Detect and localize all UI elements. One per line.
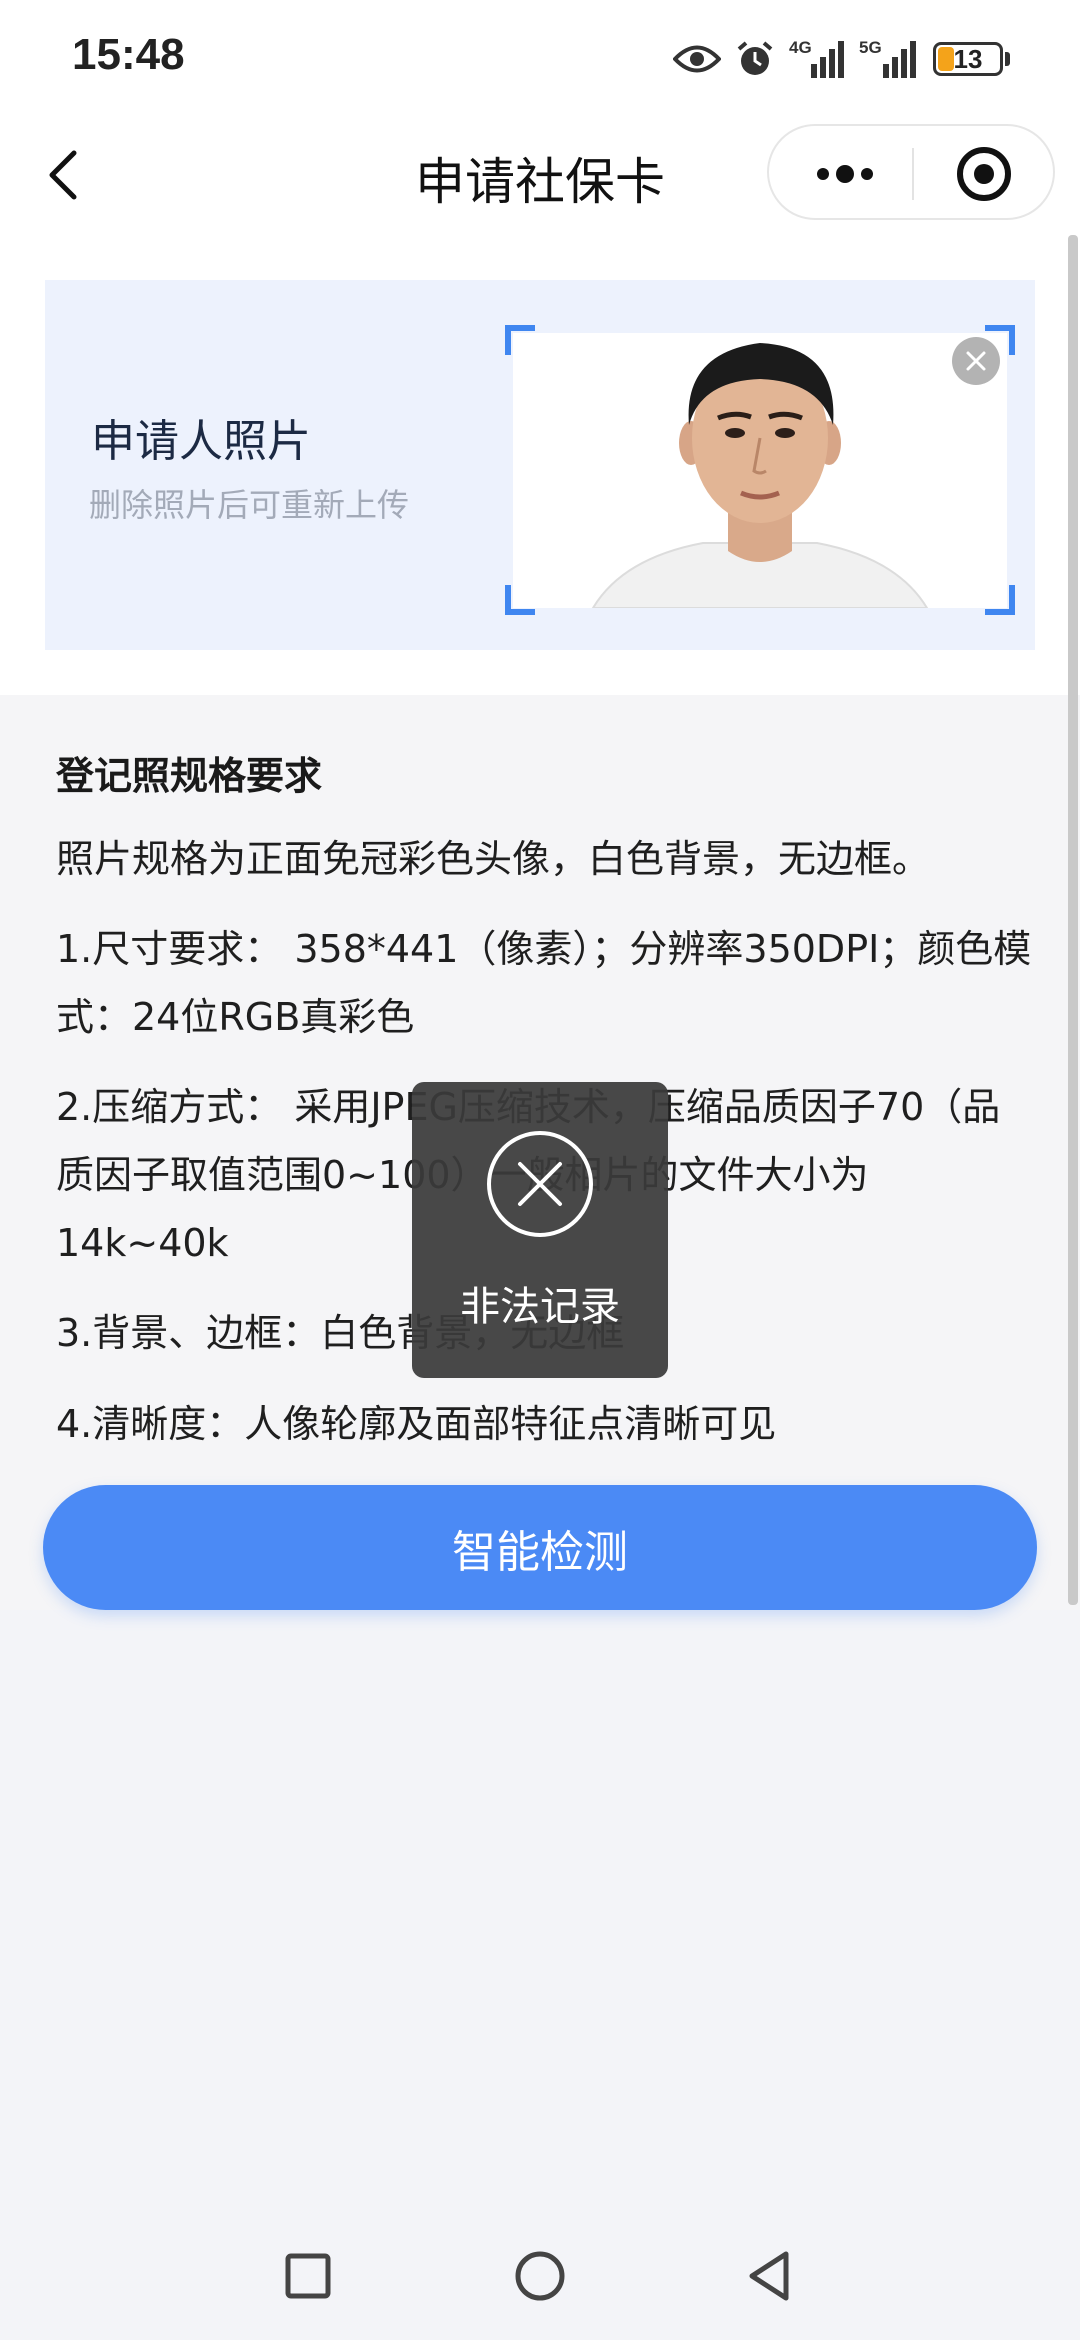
battery-icon: 13 <box>933 42 1003 76</box>
delete-photo-button[interactable] <box>952 337 1000 385</box>
smart-detect-button[interactable]: 智能检测 <box>43 1485 1037 1610</box>
square-icon <box>285 2253 331 2299</box>
spec-title: 登记照规格要求 <box>56 754 323 798</box>
photo-card: 申请人照片 删除照片后可重新上传 <box>45 280 1035 650</box>
toast-text: 非法记录 <box>460 1284 620 1330</box>
spec-line: 1.尺寸要求： 358*441（像素）；分辨率350DPI；颜色模式：24位RG… <box>56 927 1032 1039</box>
triangle-back-icon <box>749 2251 789 2301</box>
spec-line: 4.清晰度：人像轮廓及面部特征点清晰可见 <box>56 1402 777 1446</box>
photo-title: 申请人照片 <box>91 416 311 467</box>
target-icon <box>957 147 1011 201</box>
home-button[interactable] <box>512 2248 568 2304</box>
alarm-icon <box>737 41 773 75</box>
signal-5g-icon: 5G <box>859 38 919 80</box>
mini-program-capsule <box>767 124 1055 220</box>
eye-icon <box>673 45 721 73</box>
error-toast: 非法记录 <box>412 1082 668 1378</box>
status-time: 15:48 <box>72 30 185 79</box>
nav-bar: 申请社保卡 <box>0 120 1080 230</box>
battery-nub <box>1005 52 1010 66</box>
x-circle-icon <box>487 1131 593 1237</box>
battery-level: 13 <box>953 43 983 74</box>
close-circle-icon <box>966 351 986 371</box>
photo-hint: 删除照片后可重新上传 <box>89 486 410 524</box>
system-nav-bar <box>0 2220 1080 2340</box>
capsule-divider <box>912 148 914 200</box>
circle-icon <box>515 2251 565 2301</box>
more-dots-icon <box>817 165 873 183</box>
back-nav-button[interactable] <box>742 2248 798 2304</box>
status-bar: 15:48 4G 5G 13 <box>0 0 1080 120</box>
signal-4g-icon: 4G <box>789 38 845 80</box>
scrollbar[interactable] <box>1068 235 1078 1605</box>
spec-line: 照片规格为正面免冠彩色头像，白色背景，无边框。 <box>56 837 931 881</box>
recent-apps-button[interactable] <box>280 2248 336 2304</box>
status-icons: 4G 5G 13 <box>659 34 1010 84</box>
more-button[interactable] <box>805 146 885 202</box>
applicant-photo <box>513 333 1007 608</box>
photo-frame[interactable] <box>505 325 1015 615</box>
close-mini-program-button[interactable] <box>939 144 1029 204</box>
